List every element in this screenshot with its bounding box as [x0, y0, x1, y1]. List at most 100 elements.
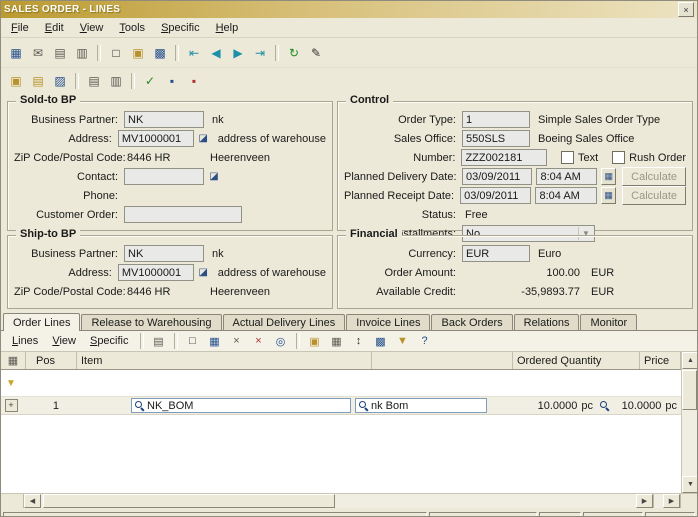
document-red-icon[interactable]: ▪	[183, 71, 205, 90]
ship-to-business-partner-field[interactable]: NK	[124, 245, 204, 262]
copy-icon[interactable]: ▣	[5, 71, 27, 90]
lookup-icon[interactable]	[358, 400, 368, 411]
menu-tools[interactable]: Tools	[111, 20, 153, 36]
cell-ordered-quantity[interactable]: 10.0000 pc	[489, 400, 611, 412]
tab-relations[interactable]: Relations	[514, 314, 580, 330]
next-record-icon[interactable]: ▶	[227, 43, 249, 62]
item-lookup-field[interactable]: NK_BOM	[131, 398, 351, 413]
duplicate-icon[interactable]: ▣	[127, 43, 149, 62]
sort-icon[interactable]: ↕	[348, 332, 370, 351]
tab-actual-delivery-lines[interactable]: Actual Delivery Lines	[223, 314, 346, 330]
lookup-icon[interactable]	[134, 400, 144, 411]
horizontal-scroll-track[interactable]	[41, 494, 636, 508]
approve-check-icon[interactable]: ✓	[139, 71, 161, 90]
text-checkbox[interactable]	[561, 151, 574, 164]
graph-icon[interactable]: ▩	[370, 332, 392, 351]
table-view-icon[interactable]: ▦	[326, 332, 348, 351]
tab-back-orders[interactable]: Back Orders	[431, 314, 512, 330]
column-header-ordered-quantity[interactable]: Ordered Quantity	[513, 352, 640, 369]
find-icon[interactable]: ◎	[270, 332, 292, 351]
filter-cell[interactable]	[21, 370, 63, 396]
cell-item-description[interactable]: nk Bom	[353, 398, 489, 413]
select-all-icon[interactable]: ▦	[1, 352, 26, 369]
help-icon[interactable]: ?	[414, 332, 436, 351]
menu-edit[interactable]: Edit	[37, 20, 72, 36]
filter-cell[interactable]	[611, 370, 681, 396]
contact-browse-icon[interactable]: ◪	[207, 170, 221, 183]
address-detail-icon[interactable]: ◪	[197, 132, 210, 145]
menu-specific[interactable]: Specific	[83, 333, 136, 349]
column-header-pos[interactable]: Pos	[26, 352, 77, 369]
vertical-scroll-track[interactable]	[682, 411, 697, 476]
print-icon[interactable]: ▤	[148, 332, 170, 351]
column-header-price[interactable]: Price	[640, 352, 681, 369]
new-line-icon[interactable]: □	[182, 332, 204, 351]
filter-icon[interactable]: ▼	[1, 370, 21, 396]
customer-order-field[interactable]	[124, 206, 242, 223]
chart-icon[interactable]: ▩	[149, 43, 171, 62]
secondary-scrollbar[interactable]: ▶	[653, 494, 680, 508]
sold-to-address-field[interactable]: MV1000001	[118, 130, 194, 147]
document-blue-icon[interactable]: ▪	[161, 71, 183, 90]
cell-item[interactable]: NK_BOM	[63, 398, 353, 413]
print-order-icon[interactable]: ▥	[105, 71, 127, 90]
menu-lines[interactable]: Lines	[5, 333, 45, 349]
description-lookup-field[interactable]: nk Bom	[355, 398, 487, 413]
new-record-icon[interactable]: □	[105, 43, 127, 62]
card-view-icon[interactable]: ▣	[304, 332, 326, 351]
tab-monitor[interactable]: Monitor	[580, 314, 637, 330]
filter-cell[interactable]	[63, 370, 353, 396]
horizontal-scroll-thumb[interactable]	[43, 494, 335, 508]
calculate-button[interactable]: Calculate	[622, 186, 686, 205]
order-type-field[interactable]: 1	[462, 111, 530, 128]
menu-view[interactable]: View	[72, 20, 112, 36]
vertical-scroll-thumb[interactable]	[682, 370, 697, 410]
planned-delivery-date-field[interactable]: 03/09/2011	[462, 168, 532, 185]
vertical-scrollbar[interactable]: ▲ ▼	[681, 352, 697, 493]
tab-release-to-warehousing[interactable]: Release to Warehousing	[81, 314, 221, 330]
scroll-right-icon[interactable]: ▶	[663, 494, 680, 508]
planned-receipt-date-field[interactable]: 03/09/2011	[460, 187, 531, 204]
export-icon[interactable]: ▨	[49, 71, 71, 90]
refresh-icon[interactable]: ↻	[283, 43, 305, 62]
scroll-right-icon[interactable]: ▶	[636, 494, 653, 508]
save-icon[interactable]: ▦	[5, 43, 27, 62]
horizontal-scrollbar[interactable]: ◀ ▶ ▶	[1, 493, 697, 508]
column-header-item[interactable]: Item	[77, 352, 372, 369]
calendar-icon[interactable]: ▦	[601, 168, 616, 185]
tab-invoice-lines[interactable]: Invoice Lines	[346, 314, 430, 330]
expand-row-icon[interactable]: +	[5, 399, 18, 412]
rush-order-checkbox[interactable]	[612, 151, 625, 164]
tab-order-lines[interactable]: Order Lines	[3, 313, 80, 331]
filter-cell[interactable]	[353, 370, 489, 396]
mail-icon[interactable]: ✉	[27, 43, 49, 62]
prev-record-icon[interactable]: ◀	[205, 43, 227, 62]
paste-icon[interactable]: ▤	[27, 71, 49, 90]
first-record-icon[interactable]: ⇤	[183, 43, 205, 62]
print-icon[interactable]: ▤	[49, 43, 71, 62]
edit-icon[interactable]: ✎	[305, 43, 327, 62]
scroll-up-icon[interactable]: ▲	[682, 352, 697, 369]
planned-receipt-time-field[interactable]: 8:04 AM	[535, 187, 597, 204]
sales-office-field[interactable]: 550SLS	[462, 130, 530, 147]
menu-file[interactable]: File	[3, 20, 37, 36]
cell-pos[interactable]: 1	[21, 400, 63, 412]
table-row[interactable]: + 1 NK_BOM nk Bom	[1, 397, 681, 415]
title-bar[interactable]: SALES ORDER - LINES ×	[1, 1, 697, 18]
last-record-icon[interactable]: ⇥	[249, 43, 271, 62]
order-number-field[interactable]: ZZZ002181	[461, 149, 547, 166]
save-line-icon[interactable]: ▦	[204, 332, 226, 351]
lookup-icon[interactable]	[599, 400, 609, 411]
filter-icon[interactable]: ▼	[392, 332, 414, 351]
calendar-icon[interactable]: ▦	[601, 187, 616, 204]
currency-field[interactable]: EUR	[462, 245, 530, 262]
calculate-button[interactable]: Calculate	[622, 167, 686, 186]
column-header-desc[interactable]	[372, 352, 513, 369]
scroll-down-icon[interactable]: ▼	[682, 476, 697, 493]
ship-to-address-field[interactable]: MV1000001	[118, 264, 194, 281]
scroll-left-icon[interactable]: ◀	[24, 494, 41, 508]
menu-help[interactable]: Help	[208, 20, 247, 36]
contact-field[interactable]	[124, 168, 204, 185]
print-lines-icon[interactable]: ▤	[83, 71, 105, 90]
cell-price[interactable]: 10.0000 pc	[611, 400, 681, 412]
